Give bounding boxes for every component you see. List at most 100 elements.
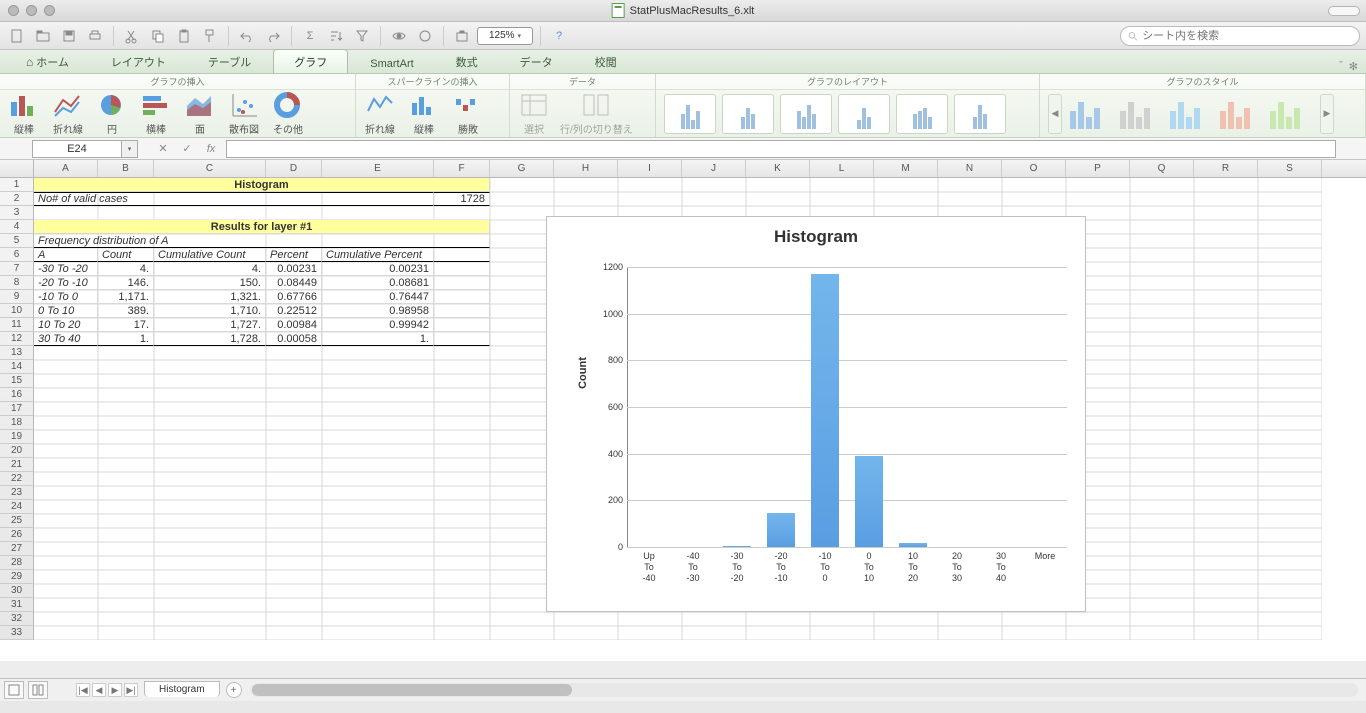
row-header-16[interactable]: 16 <box>0 388 34 402</box>
minimize-window-button[interactable] <box>26 5 37 16</box>
cell[interactable]: Percent <box>266 248 322 262</box>
tab-charts[interactable]: グラフ <box>273 49 348 73</box>
column-header-A[interactable]: A <box>34 160 98 177</box>
row-header-19[interactable]: 19 <box>0 430 34 444</box>
column-header-C[interactable]: C <box>154 160 266 177</box>
scrollbar-thumb[interactable] <box>252 684 572 696</box>
chart-layout-thumb-2[interactable] <box>722 94 774 134</box>
row-header-12[interactable]: 12 <box>0 332 34 346</box>
column-header-N[interactable]: N <box>938 160 1002 177</box>
row-header-13[interactable]: 13 <box>0 346 34 360</box>
cell[interactable]: 0.22512 <box>266 304 322 318</box>
chart-area-button[interactable]: 面 <box>182 91 218 136</box>
tab-smartart[interactable]: SmartArt <box>350 54 433 73</box>
name-box[interactable]: E24 <box>32 140 122 158</box>
row-header-11[interactable]: 11 <box>0 318 34 332</box>
row-header-33[interactable]: 33 <box>0 626 34 640</box>
sparkline-column-button[interactable]: 縦棒 <box>406 91 442 136</box>
pagelayout-view-button[interactable] <box>28 681 48 699</box>
cell[interactable]: 0.67766 <box>266 290 322 304</box>
cell[interactable]: 150. <box>154 276 266 290</box>
cell[interactable] <box>434 318 490 332</box>
row-header-24[interactable]: 24 <box>0 500 34 514</box>
row-header-1[interactable]: 1 <box>0 178 34 192</box>
chart-style-thumb-2[interactable] <box>1120 99 1162 129</box>
column-header-F[interactable]: F <box>434 160 490 177</box>
accept-formula-icon[interactable]: ✓ <box>178 141 196 157</box>
cell[interactable]: 0.00058 <box>266 332 322 346</box>
cell[interactable]: No# of valid cases <box>34 192 434 206</box>
column-header-K[interactable]: K <box>746 160 810 177</box>
cell[interactable]: 1,728. <box>154 332 266 346</box>
chart-style-thumb-1[interactable] <box>1070 99 1112 129</box>
cell[interactable]: 0.08681 <box>322 276 434 290</box>
autosum-icon[interactable]: Σ <box>299 25 321 47</box>
cell[interactable]: 389. <box>98 304 154 318</box>
cell[interactable]: 4. <box>154 262 266 276</box>
column-header-R[interactable]: R <box>1194 160 1258 177</box>
print-icon[interactable] <box>84 25 106 47</box>
cell[interactable] <box>434 276 490 290</box>
row-header-25[interactable]: 25 <box>0 514 34 528</box>
open-icon[interactable] <box>32 25 54 47</box>
cell[interactable]: 0.08449 <box>266 276 322 290</box>
cut-icon[interactable] <box>121 25 143 47</box>
chart-other-button[interactable]: その他 <box>270 91 306 136</box>
row-header-6[interactable]: 6 <box>0 248 34 262</box>
cell[interactable]: 1,171. <box>98 290 154 304</box>
chart-object[interactable]: Histogram Count 020040060080010001200UpT… <box>546 216 1086 612</box>
column-header-H[interactable]: H <box>554 160 618 177</box>
redo-icon[interactable] <box>262 25 284 47</box>
cell[interactable] <box>434 248 490 262</box>
ribbon-settings-icon[interactable]: ✻ <box>1349 60 1358 73</box>
sparkline-winloss-button[interactable]: 勝敗 <box>450 91 486 136</box>
sheet-tab-histogram[interactable]: Histogram <box>144 681 220 697</box>
cell[interactable]: Results for layer #1 <box>34 220 490 234</box>
sheet-nav-first[interactable]: |◀ <box>76 683 90 697</box>
zoom-window-button[interactable] <box>44 5 55 16</box>
style-gallery-prev[interactable]: ◀ <box>1048 94 1062 134</box>
tab-home[interactable]: ⌂ホーム <box>6 50 89 73</box>
column-header-L[interactable]: L <box>810 160 874 177</box>
chart-pie-button[interactable]: 円 <box>94 91 130 136</box>
chart-style-thumb-5[interactable] <box>1270 99 1312 129</box>
search-input[interactable] <box>1142 30 1353 42</box>
row-header-26[interactable]: 26 <box>0 528 34 542</box>
cell[interactable]: 0.00231 <box>266 262 322 276</box>
cell[interactable]: -30 To -20 <box>34 262 98 276</box>
cell[interactable]: Histogram <box>34 178 490 192</box>
row-header-14[interactable]: 14 <box>0 360 34 374</box>
tab-review[interactable]: 校閲 <box>575 50 637 73</box>
cell[interactable]: 146. <box>98 276 154 290</box>
sparkline-line-button[interactable]: 折れ線 <box>362 91 398 136</box>
cell[interactable]: 0.00984 <box>266 318 322 332</box>
row-header-22[interactable]: 22 <box>0 472 34 486</box>
link-icon[interactable] <box>414 25 436 47</box>
chart-layout-thumb-6[interactable] <box>954 94 1006 134</box>
switch-rowcol-button[interactable]: 行/列の切り替え <box>560 91 633 136</box>
cell[interactable]: Frequency distribution of A <box>34 234 490 248</box>
column-header-P[interactable]: P <box>1066 160 1130 177</box>
row-header-30[interactable]: 30 <box>0 584 34 598</box>
cell[interactable]: -20 To -10 <box>34 276 98 290</box>
format-painter-icon[interactable] <box>199 25 221 47</box>
copy-icon[interactable] <box>147 25 169 47</box>
search-box[interactable] <box>1120 26 1360 46</box>
chart-layout-thumb-5[interactable] <box>896 94 948 134</box>
normal-view-button[interactable] <box>4 681 24 699</box>
show-icon[interactable] <box>388 25 410 47</box>
cell[interactable]: 0.99942 <box>322 318 434 332</box>
column-header-Q[interactable]: Q <box>1130 160 1194 177</box>
tab-tables[interactable]: テーブル <box>188 50 271 73</box>
chart-column-button[interactable]: 縦棒 <box>6 91 42 136</box>
add-sheet-button[interactable]: + <box>226 682 242 698</box>
filter-icon[interactable] <box>351 25 373 47</box>
column-header-J[interactable]: J <box>682 160 746 177</box>
sheet-nav-prev[interactable]: ◀ <box>92 683 106 697</box>
sheet-nav-last[interactable]: ▶| <box>124 683 138 697</box>
cell[interactable]: 30 To 40 <box>34 332 98 346</box>
cell[interactable]: 1,321. <box>154 290 266 304</box>
cell[interactable]: 0.98958 <box>322 304 434 318</box>
row-header-9[interactable]: 9 <box>0 290 34 304</box>
row-header-17[interactable]: 17 <box>0 402 34 416</box>
